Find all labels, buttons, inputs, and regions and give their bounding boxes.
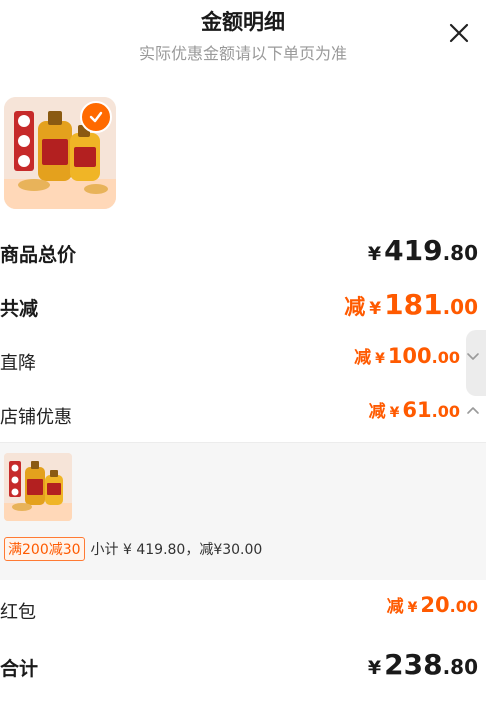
goods-total-label: 商品总价 — [0, 244, 77, 266]
yen-symbol: ¥ — [367, 657, 382, 679]
amount-decimal: .00 — [431, 348, 460, 367]
direct-discount-amount: 减 ¥ 100 .00 — [354, 343, 480, 368]
close-icon[interactable] — [446, 20, 472, 46]
yen-symbol: ¥ — [369, 299, 382, 319]
direct-discount-row[interactable]: 直降 减 ¥ 100 .00 — [0, 343, 486, 383]
shop-discount-row[interactable]: 店铺优惠 减 ¥ 61 .00 — [0, 397, 486, 437]
red-packet-row: 红包 减 ¥ 20 .00 — [0, 592, 486, 632]
total-discount-label: 共减 — [0, 298, 39, 320]
product-thumbnail[interactable] — [4, 453, 72, 521]
product-picture — [4, 453, 72, 521]
yen-symbol: ¥ — [407, 600, 418, 616]
goods-total-row: 商品总价 ¥ 419 .80 — [0, 234, 486, 274]
promo-line: 满200减30 小计 ¥ 419.80，减¥30.00 — [4, 537, 262, 561]
discount-prefix: 减 — [386, 597, 404, 617]
amount-decimal: .00 — [431, 402, 460, 421]
yen-symbol: ¥ — [367, 243, 382, 265]
amount-decimal: .80 — [442, 655, 478, 679]
amount-integer: 61 — [402, 398, 432, 422]
red-packet-amount: 减 ¥ 20 .00 — [387, 592, 478, 617]
discount-prefix: 减 — [344, 295, 366, 319]
promo-tag: 满200减30 — [4, 537, 85, 561]
grand-total-label: 合计 — [0, 658, 39, 680]
yen-symbol: ¥ — [375, 351, 385, 367]
product-image[interactable] — [4, 97, 116, 209]
grand-total-row: 合计 ¥ 238 .80 — [0, 648, 486, 688]
page-title: 金额明细 — [201, 10, 285, 34]
amount-integer: 419 — [384, 234, 443, 267]
amount-integer: 238 — [384, 648, 443, 681]
selected-check-icon — [80, 101, 112, 133]
yen-symbol: ¥ — [389, 405, 400, 421]
amount-decimal: .00 — [449, 597, 478, 616]
subtotal-text: 小计 ¥ 419.80，减¥30.00 — [90, 542, 263, 558]
chevron-down-icon[interactable] — [466, 349, 480, 363]
discount-prefix: 减 — [354, 348, 372, 368]
page-subtitle: 实际优惠金额请以下单页为准 — [138, 44, 347, 63]
goods-total-amount: ¥ 419 .80 — [368, 234, 478, 267]
shop-discount-panel: 满200减30 小计 ¥ 419.80，减¥30.00 — [0, 442, 486, 580]
direct-discount-label: 直降 — [0, 353, 36, 374]
grand-total-amount: ¥ 238 .80 — [368, 648, 478, 681]
amount-decimal: .00 — [442, 295, 478, 319]
amount-decimal: .80 — [442, 241, 478, 265]
amount-integer: 20 — [420, 593, 450, 617]
total-discount-amount: 减 ¥ 181 .00 — [344, 288, 478, 321]
chevron-up-icon[interactable] — [466, 403, 480, 417]
discount-prefix: 减 — [368, 402, 386, 422]
detail-header: 金额明细 实际优惠金额请以下单页为准 — [0, 0, 486, 70]
shop-discount-label: 店铺优惠 — [0, 407, 72, 428]
shop-discount-amount: 减 ¥ 61 .00 — [369, 397, 480, 422]
red-packet-label: 红包 — [0, 602, 36, 623]
amount-integer: 100 — [387, 344, 432, 368]
total-discount-row: 共减 减 ¥ 181 .00 — [0, 288, 486, 328]
amount-integer: 181 — [384, 288, 443, 321]
